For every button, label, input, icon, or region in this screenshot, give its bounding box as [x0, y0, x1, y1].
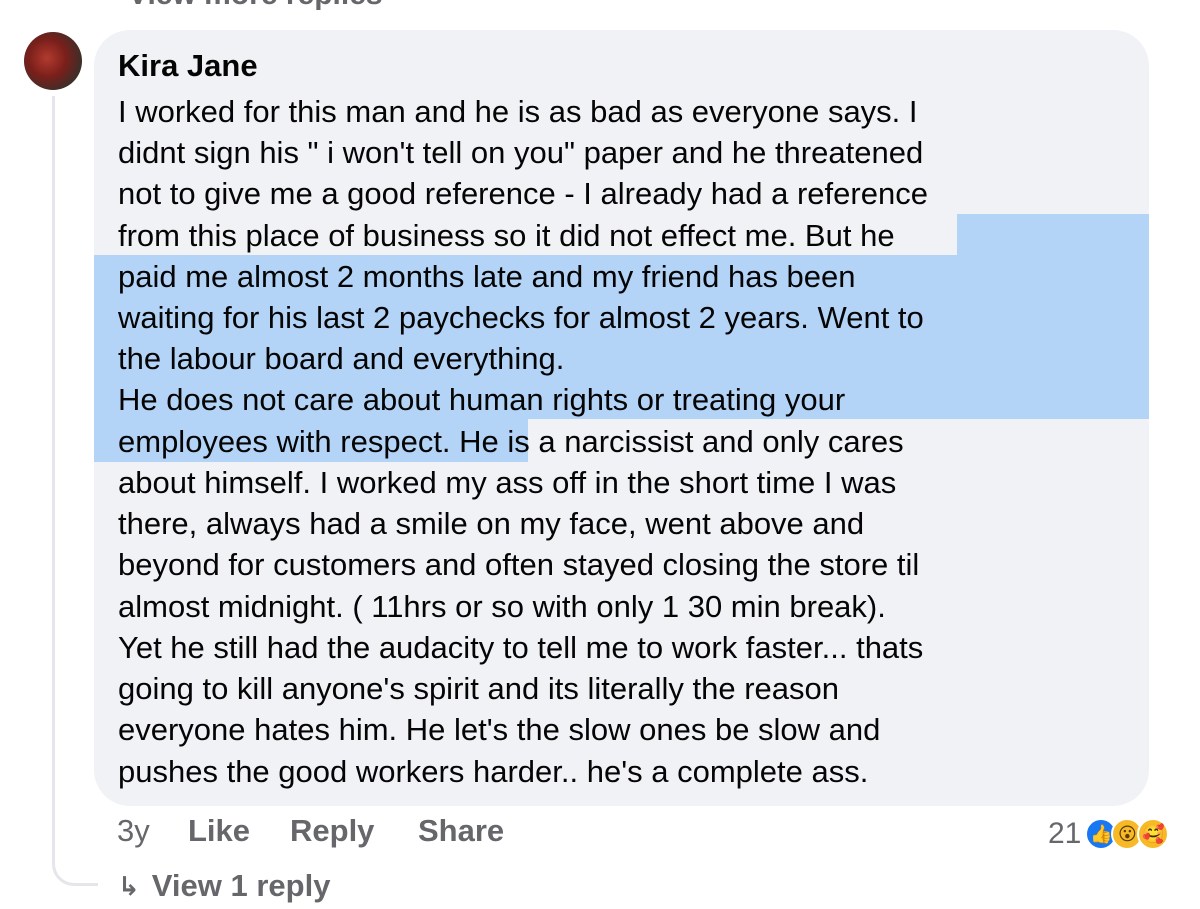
comment-text-line: I worked for this man and he is as bad a… [118, 94, 918, 129]
care-icon: 🥰 [1137, 818, 1170, 850]
comment-text-line: everyone hates him. He let's the slow on… [118, 712, 881, 747]
comment-text-line: waiting for his last 2 paychecks for alm… [118, 300, 924, 335]
comment-text-line: there, always had a smile on my face, we… [118, 506, 865, 541]
share-button[interactable]: Share [418, 813, 504, 849]
reactions-summary[interactable]: 21 👍 😮 🥰 [1048, 814, 1170, 854]
comment-timestamp[interactable]: 3y [117, 813, 150, 849]
view-replies-link[interactable]: ↳ View 1 reply [118, 868, 330, 904]
comment-text-line: paid me almost 2 months late and my frie… [118, 259, 856, 294]
view-more-replies-link[interactable]: View more replies [128, 0, 383, 12]
reply-button[interactable]: Reply [290, 813, 374, 849]
comment-text-line: not to give me a good reference - I alre… [118, 176, 928, 211]
avatar[interactable] [24, 32, 82, 90]
comment-text-line: pushes the good workers harder.. he's a … [118, 754, 869, 789]
comment-text-line: going to kill anyone's spirit and its li… [118, 671, 840, 706]
comment-text-line: He does not care about human rights or t… [118, 382, 846, 417]
comment-author-name[interactable]: Kira Jane [118, 48, 258, 84]
reply-arrow-icon: ↳ [118, 870, 140, 901]
view-replies-label: View 1 reply [151, 868, 331, 903]
thread-connector-line [52, 96, 98, 886]
comment-text-line: Yet he still had the audacity to tell me… [118, 630, 924, 665]
comment-text-line: almost midnight. ( 11hrs or so with only… [118, 589, 886, 624]
like-button[interactable]: Like [188, 813, 250, 849]
text-selection-highlight [957, 214, 1149, 255]
comment-text-line: about himself. I worked my ass off in th… [118, 465, 897, 500]
comment-text-line: from this place of business so it did no… [118, 218, 895, 253]
comment-text-line: the labour board and everything. [118, 341, 565, 376]
comment-text-line: employees with respect. He is a narcissi… [118, 424, 904, 459]
comment-text-line: didnt sign his " i won't tell on you" pa… [118, 135, 924, 170]
reaction-count: 21 [1048, 817, 1082, 850]
comment-text-line: beyond for customers and often stayed cl… [118, 547, 920, 582]
